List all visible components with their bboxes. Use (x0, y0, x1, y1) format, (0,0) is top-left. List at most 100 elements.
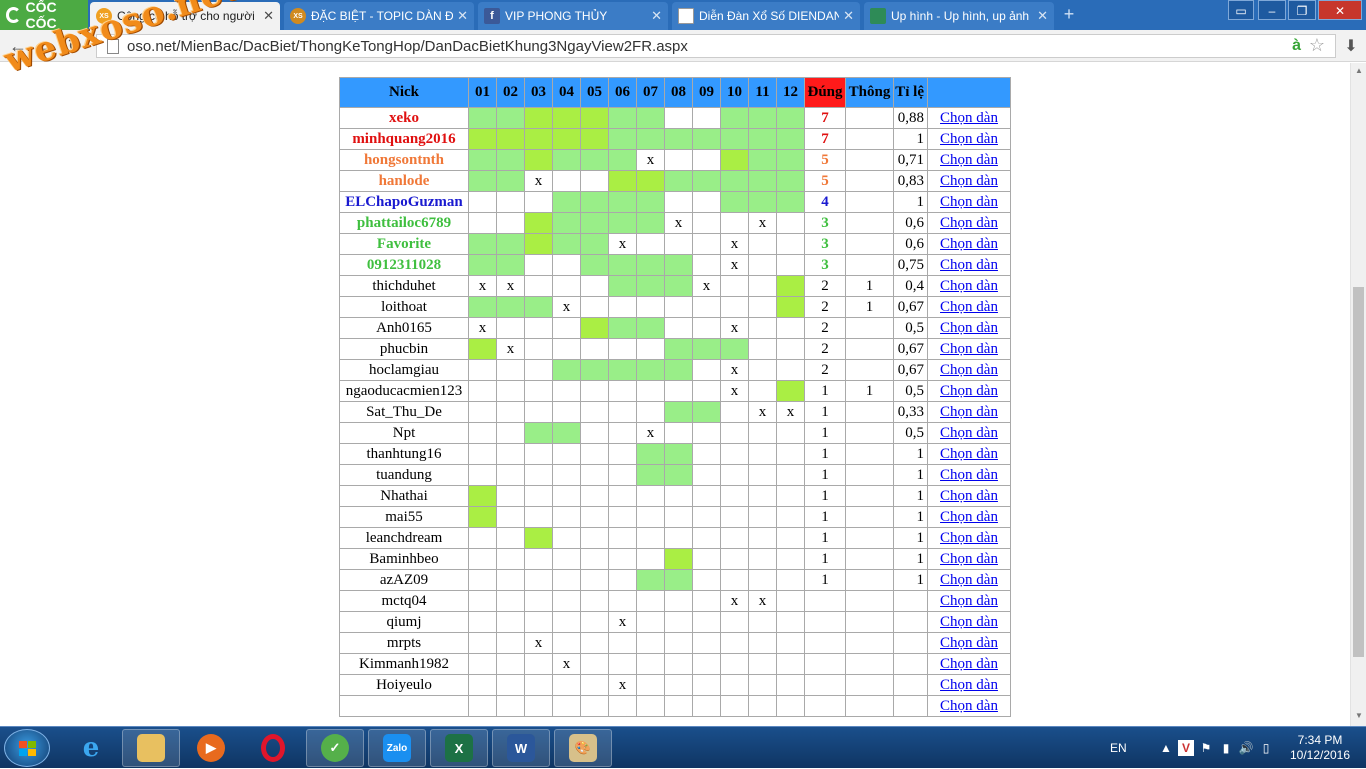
bookmark-star-icon[interactable]: ☆ (1309, 35, 1325, 56)
vertical-scrollbar[interactable]: ▲ ▼ (1350, 63, 1366, 726)
dung-cell: 1 (804, 569, 846, 591)
chon-dan-link[interactable]: Chọn dàn (940, 488, 998, 504)
day-cell (748, 149, 777, 171)
windows-explorer-icon[interactable] (122, 729, 180, 767)
new-tab-button[interactable]: + (1060, 4, 1078, 24)
day-cell (468, 611, 497, 633)
paint-icon[interactable]: 🎨 (554, 729, 612, 767)
tab-2[interactable]: f VIP PHONG THỦY ✕ (478, 2, 668, 30)
ie-icon[interactable]: e (62, 729, 120, 767)
tab-close-icon[interactable]: ✕ (457, 8, 468, 24)
tab-1[interactable]: XS ĐẶC BIỆT - TOPIC DÀN ĐẶ ✕ (284, 2, 474, 30)
close-button[interactable]: ✕ (1318, 0, 1362, 20)
chon-dan-link[interactable]: Chọn dàn (940, 698, 998, 714)
chon-dan-link[interactable]: Chọn dàn (940, 278, 998, 294)
chon-dan-link[interactable]: Chọn dàn (940, 404, 998, 420)
chon-dan-link[interactable]: Chọn dàn (940, 341, 998, 357)
vietkey-icon[interactable]: V (1178, 740, 1194, 756)
restore-button[interactable]: ❐ (1288, 0, 1316, 20)
word-icon[interactable]: W (492, 729, 550, 767)
chon-dan-link[interactable]: Chọn dàn (940, 677, 998, 693)
chon-dan-link[interactable]: Chọn dàn (940, 236, 998, 252)
day-cell (636, 485, 665, 507)
day-cell: x (720, 590, 749, 612)
tab-close-icon[interactable]: ✕ (263, 8, 274, 24)
excel-icon[interactable]: X (430, 729, 488, 767)
day-cell (468, 401, 497, 423)
chon-dan-link[interactable]: Chọn dàn (940, 194, 998, 210)
translate-icon[interactable]: à (1292, 37, 1301, 55)
chon-dan-link[interactable]: Chọn dàn (940, 320, 998, 336)
chon-dan-link[interactable]: Chọn dàn (940, 551, 998, 567)
scroll-thumb[interactable] (1353, 287, 1364, 657)
day-cell (580, 506, 609, 528)
opera-icon[interactable] (244, 729, 302, 767)
minimize-button[interactable]: – (1258, 0, 1286, 20)
volume-icon[interactable]: 🔊 (1238, 740, 1254, 756)
day-cell (496, 548, 525, 570)
chon-dan-link[interactable]: Chọn dàn (940, 110, 998, 126)
day-cell (608, 359, 637, 381)
tab-close-icon[interactable]: ✕ (1037, 8, 1048, 24)
day-cell (608, 569, 637, 591)
day-cell (720, 527, 749, 549)
nick-cell: Baminhbeo (339, 548, 469, 570)
chon-dan-link[interactable]: Chọn dàn (940, 425, 998, 441)
coccoc-icon[interactable]: ✓ (306, 729, 364, 767)
day-cell (776, 548, 805, 570)
download-icon[interactable]: ⬇ (1342, 36, 1360, 56)
chon-dan-link[interactable]: Chọn dàn (940, 446, 998, 462)
address-bar[interactable]: oso.net/MienBac/DacBiet/ThongKeTongHop/D… (96, 34, 1336, 58)
chon-dan-link[interactable]: Chọn dàn (940, 530, 998, 546)
chon-dan-link[interactable]: Chọn dàn (940, 614, 998, 630)
chon-dan-link[interactable]: Chọn dàn (940, 215, 998, 231)
start-button[interactable] (4, 729, 50, 767)
dung-cell (804, 632, 846, 654)
day-cell (664, 233, 693, 255)
chon-dan-link[interactable]: Chọn dàn (940, 509, 998, 525)
table-row: Kimmanh1982 x Chọn dàn (339, 653, 1011, 675)
chon-dan-link[interactable]: Chọn dàn (940, 593, 998, 609)
chon-dan-link[interactable]: Chọn dàn (940, 383, 998, 399)
day-cell (608, 422, 637, 444)
signal-icon[interactable]: ▮ (1218, 740, 1234, 756)
show-hidden-icons-icon[interactable]: ▲ (1158, 740, 1174, 756)
dung-cell: 2 (804, 296, 846, 318)
language-indicator[interactable]: EN (1110, 741, 1127, 755)
day-cell (636, 254, 665, 276)
scroll-down-icon[interactable]: ▼ (1354, 711, 1364, 721)
user-icon[interactable]: ▭ (1228, 0, 1254, 20)
flag-icon[interactable]: ⚑ (1198, 740, 1214, 756)
tab-4[interactable]: Up hình - Up hình, up ảnh ✕ (864, 2, 1054, 30)
chon-dan-link[interactable]: Chọn dàn (940, 362, 998, 378)
clock-time: 7:34 PM (1297, 733, 1343, 747)
tab-3[interactable]: Diễn Đàn Xổ Số DIENDAN ✕ (672, 2, 860, 30)
chon-dan-link[interactable]: Chọn dàn (940, 131, 998, 147)
dung-cell: 2 (804, 359, 846, 381)
day-cell (608, 485, 637, 507)
chon-dan-link[interactable]: Chọn dàn (940, 152, 998, 168)
tab-close-icon[interactable]: ✕ (651, 8, 662, 24)
media-player-icon[interactable]: ▶ (182, 729, 240, 767)
day-cell (664, 653, 693, 675)
chon-dan-link[interactable]: Chọn dàn (940, 467, 998, 483)
chon-dan-link[interactable]: Chọn dàn (940, 257, 998, 273)
dung-cell: 5 (804, 149, 846, 171)
table-body: xeko 7 0,88 Chọn dàn minhquang2016 7 1 Chọn dàn… (339, 107, 1011, 717)
day-cell (664, 149, 693, 171)
table-row: 0912311028 x 3 0,75 Chọn dàn (339, 254, 1011, 276)
battery-icon[interactable]: ▯ (1258, 740, 1274, 756)
chon-dan-link[interactable]: Chọn dàn (940, 299, 998, 315)
day-cell (692, 191, 721, 213)
zalo-icon[interactable]: Zalo (368, 729, 426, 767)
scroll-up-icon[interactable]: ▲ (1354, 66, 1364, 76)
chon-dan-link[interactable]: Chọn dàn (940, 173, 998, 189)
ratio-cell (893, 611, 928, 633)
chon-dan-link[interactable]: Chọn dàn (940, 635, 998, 651)
clock[interactable]: 7:34 PM 10/12/2016 (1280, 733, 1360, 763)
tab-close-icon[interactable]: ✕ (843, 8, 854, 24)
chon-dan-link[interactable]: Chọn dàn (940, 572, 998, 588)
day-cell (692, 359, 721, 381)
chon-dan-link[interactable]: Chọn dàn (940, 656, 998, 672)
link-cell: Chọn dàn (927, 590, 1011, 612)
